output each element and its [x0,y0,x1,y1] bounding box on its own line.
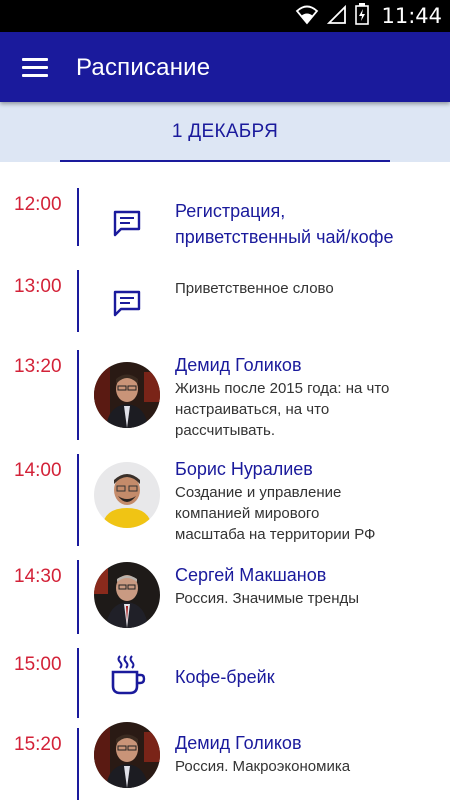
talk-title: Создание и управление [175,484,342,501]
avatar [94,722,160,788]
date-tabs: 1 ДЕКАБРЯ [0,102,450,162]
status-icons: 11:44 [295,2,442,30]
schedule-item[interactable]: 15:20 Демид Голиков Россия. Макроэкономи… [0,716,450,800]
item-time: 13:00 [14,276,62,297]
item-title-line2: приветственный чай/кофе [175,227,394,247]
speaker-name: Демид Голиков [175,355,302,375]
signal-icon [327,4,347,29]
timeline-line [77,728,79,800]
speaker-name: Сергей Макшанов [175,565,327,585]
timeline-line [77,270,79,332]
tab-label: 1 ДЕКАБРЯ [171,121,279,142]
avatar [94,462,160,528]
item-description: Приветственное слово [175,280,334,297]
speaker-name: Борис Нуралиев [175,459,313,479]
item-time: 13:20 [14,356,62,377]
item-title: Кофе-брейк [175,667,275,687]
status-time: 11:44 [381,4,442,28]
timeline-line [77,560,79,634]
tab-date[interactable]: 1 ДЕКАБРЯ [60,102,390,162]
talk-title-line2: компанией мирового [175,505,320,522]
item-time: 15:00 [14,654,62,675]
avatar [94,562,160,628]
schedule-item[interactable]: 13:00 Приветственное слово [0,258,450,334]
talk-title: Россия. Значимые тренды [175,590,360,607]
coffee-cup-icon [110,654,146,696]
item-title: Регистрация, [175,201,286,221]
item-time: 15:20 [14,734,62,755]
item-time: 14:30 [14,566,62,587]
schedule-item[interactable]: 14:30 Сергей Макшанов Россия. Значимые т… [0,548,450,636]
timeline-line [77,188,79,246]
page-title: Расписание [76,54,211,81]
schedule-item[interactable]: 13:20 Демид Голиков Жизнь после 2015 год… [0,338,450,442]
hamburger-menu-icon[interactable] [14,48,56,86]
talk-title-line2: настраиваться, на что [175,401,330,418]
timeline-line [77,648,79,718]
battery-icon [355,2,370,30]
item-time: 14:00 [14,460,62,481]
talk-title: Россия. Макроэкономика [175,758,351,775]
timeline-line [77,454,79,546]
schedule-item[interactable]: 12:00 Регистрация, приветственный чай/ко… [0,176,450,258]
schedule-list: 12:00 Регистрация, приветственный чай/ко… [0,162,450,800]
chat-icon [110,286,144,320]
talk-title-line3: масштаба на территории РФ [175,526,376,543]
talk-title-line3: рассчитывать. [175,422,276,439]
talk-title: Жизнь после 2015 года: на что [175,380,390,397]
schedule-item[interactable]: 15:00 Кофе-брейк [0,636,450,720]
schedule-item[interactable]: 14:00 Борис Нуралиев Создание и управлен… [0,442,450,548]
chat-icon [110,206,144,240]
speaker-name: Демид Голиков [175,733,302,753]
status-bar: 11:44 [0,0,450,32]
app-bar: Расписание [0,32,450,102]
wifi-icon [295,3,319,30]
item-time: 12:00 [14,194,62,215]
avatar [94,362,160,428]
timeline-line [77,350,79,440]
